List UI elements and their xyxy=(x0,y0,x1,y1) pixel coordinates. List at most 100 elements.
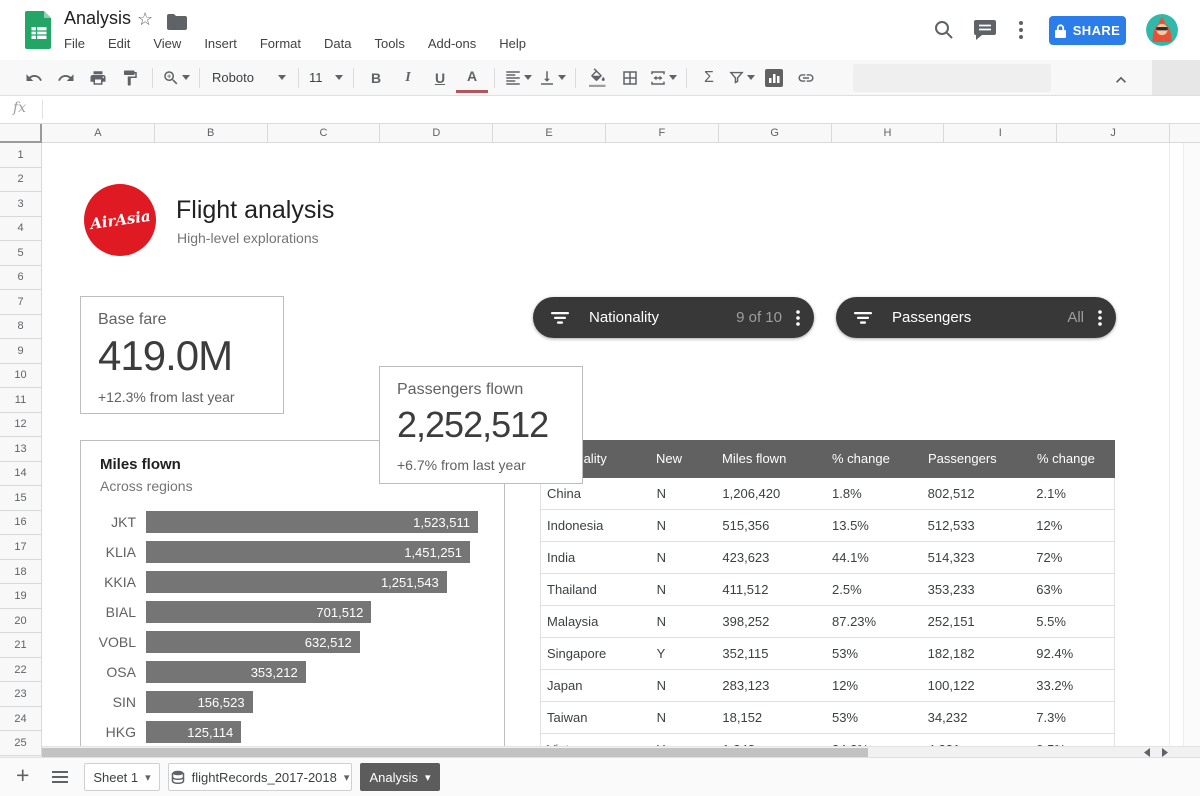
bar-track: 701,512 xyxy=(146,601,478,623)
row-header[interactable]: 11 xyxy=(0,388,42,413)
column-header[interactable]: E xyxy=(493,123,606,142)
column-header[interactable]: B xyxy=(155,123,268,142)
print-button[interactable] xyxy=(82,64,114,92)
functions-button[interactable]: Σ xyxy=(693,64,725,92)
insert-link-button[interactable] xyxy=(790,64,822,92)
cell-nationality: China xyxy=(541,486,651,501)
menu-item[interactable]: File xyxy=(64,36,85,51)
user-avatar[interactable] xyxy=(1146,14,1178,46)
filter-chip-menu-icon[interactable] xyxy=(796,310,800,326)
formula-bar[interactable]: fx xyxy=(0,96,1200,124)
menu-item[interactable]: Format xyxy=(260,36,301,51)
menu-item[interactable]: View xyxy=(153,36,181,51)
bar-row: OSA 353,212 xyxy=(81,657,504,687)
redo-button[interactable] xyxy=(50,64,82,92)
row-header[interactable]: 12 xyxy=(0,413,42,438)
folder-icon[interactable] xyxy=(167,14,187,30)
column-header[interactable]: J xyxy=(1057,123,1170,142)
sheet-tab-menu-icon[interactable]: ▾ xyxy=(145,771,151,784)
all-sheets-icon[interactable] xyxy=(52,771,68,783)
search-icon[interactable] xyxy=(933,19,955,41)
sheet-tab[interactable]: Sheet 1 ▾ xyxy=(84,763,160,791)
bar-track: 1,451,251 xyxy=(146,541,478,563)
merge-cells-button[interactable] xyxy=(646,64,680,92)
row-header[interactable]: 20 xyxy=(0,609,42,634)
insert-chart-button[interactable] xyxy=(758,64,790,92)
menu-item[interactable]: Edit xyxy=(108,36,130,51)
font-family-select[interactable]: Roboto xyxy=(206,64,292,92)
collapse-toolbar-button[interactable] xyxy=(1105,66,1137,94)
row-header[interactable]: 9 xyxy=(0,339,42,364)
row-header[interactable]: 10 xyxy=(0,364,42,389)
paint-format-button[interactable] xyxy=(114,64,146,92)
row-header[interactable]: 4 xyxy=(0,217,42,242)
column-headers: ABCDEFGHIJ xyxy=(42,123,1200,143)
font-size-select[interactable]: 11 xyxy=(305,64,347,92)
italic-button[interactable]: I xyxy=(392,64,424,92)
menu-item[interactable]: Help xyxy=(499,36,526,51)
add-sheet-button[interactable]: + xyxy=(16,762,29,789)
fill-color-button[interactable] xyxy=(582,64,614,92)
row-header[interactable]: 8 xyxy=(0,315,42,340)
column-header[interactable]: G xyxy=(719,123,832,142)
text-color-button[interactable]: A xyxy=(456,62,488,93)
row-header[interactable]: 7 xyxy=(0,290,42,315)
row-header[interactable]: 6 xyxy=(0,266,42,291)
toolbar-separator xyxy=(298,68,299,88)
bold-button[interactable]: B xyxy=(360,64,392,92)
sheet-tab[interactable]: flightRecords_2017-2018 ▾ xyxy=(168,763,352,791)
horizontal-scrollbar-thumb[interactable] xyxy=(42,748,868,757)
sheet-tab-menu-icon[interactable]: ▾ xyxy=(425,771,431,784)
column-header[interactable]: C xyxy=(268,123,381,142)
undo-button[interactable] xyxy=(18,64,50,92)
sheet-tab[interactable]: Analysis ▾ xyxy=(360,763,440,791)
row-header[interactable]: 5 xyxy=(0,241,42,266)
menu-item[interactable]: Add-ons xyxy=(428,36,476,51)
row-header[interactable]: 19 xyxy=(0,584,42,609)
zoom-button[interactable] xyxy=(159,64,193,92)
table-header-cell: New xyxy=(650,440,716,478)
row-header[interactable]: 3 xyxy=(0,192,42,217)
row-header[interactable]: 17 xyxy=(0,535,42,560)
comment-icon[interactable] xyxy=(974,20,996,40)
bar: 125,114 xyxy=(146,721,241,743)
row-header[interactable]: 2 xyxy=(0,168,42,193)
row-header[interactable]: 1 xyxy=(0,143,42,168)
document-title[interactable]: Analysis xyxy=(64,8,131,29)
column-header[interactable]: I xyxy=(944,123,1057,142)
star-icon[interactable]: ☆ xyxy=(137,9,153,30)
row-header[interactable]: 22 xyxy=(0,658,42,683)
row-header[interactable]: 13 xyxy=(0,437,42,462)
row-header[interactable]: 23 xyxy=(0,682,42,707)
column-header[interactable]: A xyxy=(42,123,155,142)
row-header[interactable]: 24 xyxy=(0,707,42,732)
column-header[interactable]: D xyxy=(380,123,493,142)
table-row: India N 423,623 44.1% 514,323 72% xyxy=(541,542,1114,574)
vertical-align-button[interactable] xyxy=(535,64,569,92)
vertical-scrollbar-track[interactable] xyxy=(1183,143,1200,746)
row-header[interactable]: 25 xyxy=(0,731,42,756)
select-all-corner[interactable] xyxy=(0,123,42,143)
scroll-left-icon[interactable] xyxy=(1142,748,1150,757)
share-button[interactable]: SHARE xyxy=(1049,16,1126,45)
column-header[interactable]: H xyxy=(832,123,945,142)
align-button[interactable] xyxy=(501,64,535,92)
more-options-icon[interactable] xyxy=(1019,21,1023,39)
column-header[interactable]: F xyxy=(606,123,719,142)
passengers-filter-chip[interactable]: Passengers All xyxy=(836,297,1116,338)
underline-button[interactable]: U xyxy=(424,64,456,92)
row-header[interactable]: 14 xyxy=(0,462,42,487)
row-header[interactable]: 18 xyxy=(0,560,42,585)
menu-item[interactable]: Data xyxy=(324,36,351,51)
row-header[interactable]: 21 xyxy=(0,633,42,658)
row-header[interactable]: 15 xyxy=(0,486,42,511)
menu-item[interactable]: Tools xyxy=(374,36,404,51)
borders-button[interactable] xyxy=(614,64,646,92)
nationality-filter-chip[interactable]: Nationality 9 of 10 xyxy=(533,297,814,338)
row-header[interactable]: 16 xyxy=(0,511,42,536)
menu-item[interactable]: Insert xyxy=(204,36,237,51)
sheet-tab-menu-icon[interactable]: ▾ xyxy=(344,771,350,784)
scroll-right-icon[interactable] xyxy=(1162,748,1170,757)
filter-button[interactable] xyxy=(725,64,758,92)
filter-chip-menu-icon[interactable] xyxy=(1098,310,1102,326)
